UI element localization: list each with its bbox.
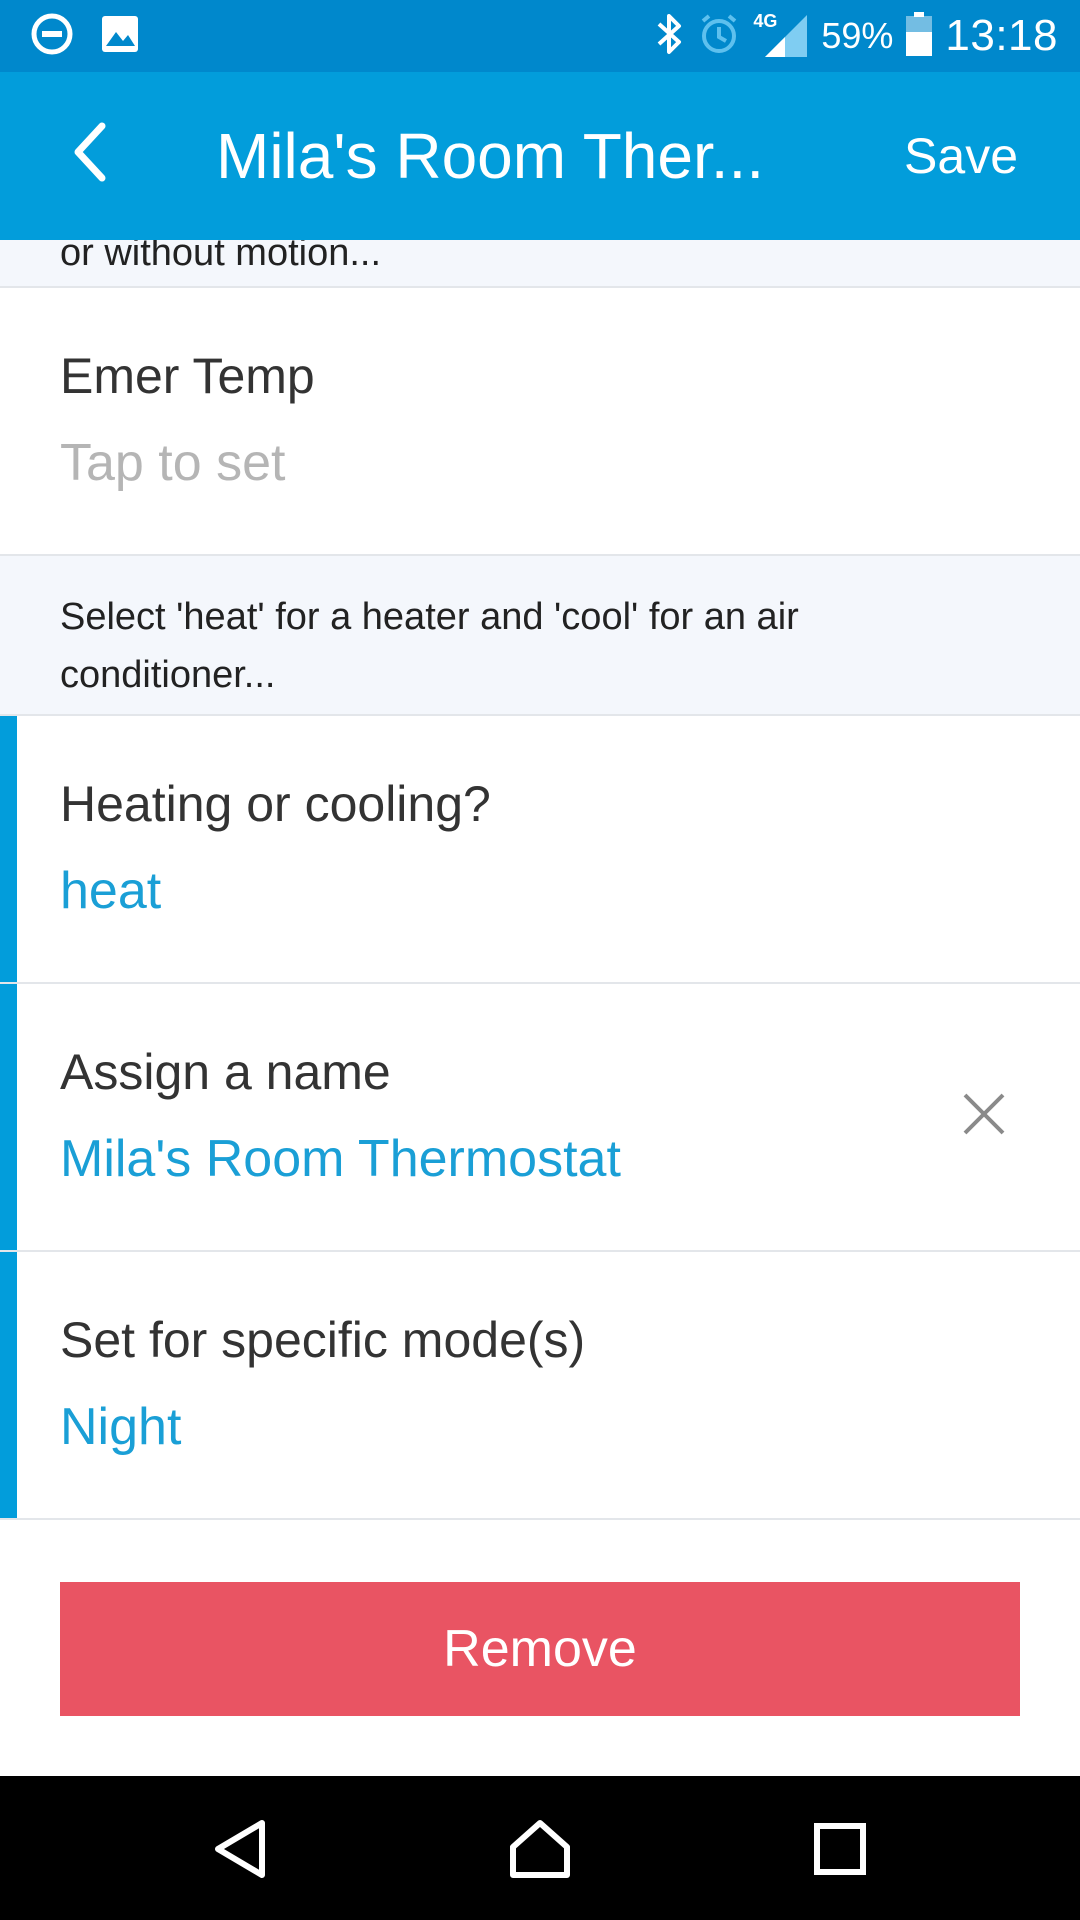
- battery-icon: [905, 11, 933, 62]
- save-button[interactable]: Save: [904, 124, 1018, 188]
- battery-percent: 59%: [821, 15, 894, 56]
- back-triangle-icon: [210, 1817, 270, 1886]
- setting-row-assign-name[interactable]: Assign a name Mila's Room Thermostat: [0, 984, 1080, 1252]
- setting-label: Heating or cooling?: [60, 776, 491, 832]
- chevron-left-icon: [70, 122, 110, 187]
- status-bar-right: 4G 59% 13:18: [655, 10, 1058, 62]
- accent-bar: [0, 984, 17, 1250]
- recents-icon: [812, 1821, 868, 1882]
- home-icon: [507, 1817, 573, 1886]
- system-nav-bar: [0, 1776, 1080, 1920]
- do-not-disturb-icon: [30, 12, 74, 61]
- setting-value: Night: [60, 1398, 182, 1456]
- nav-recents-button[interactable]: [795, 1806, 885, 1896]
- setting-label: Assign a name: [60, 1044, 391, 1100]
- setting-label: Set for specific mode(s): [60, 1312, 586, 1368]
- close-icon: [961, 1091, 1007, 1142]
- status-bar-left: [30, 12, 140, 61]
- setting-value-placeholder: Tap to set: [60, 434, 286, 492]
- nav-back-button[interactable]: [195, 1806, 285, 1896]
- section-header-text: Select 'heat' for a heater and 'cool' fo…: [60, 596, 799, 696]
- setting-row-modes[interactable]: Set for specific mode(s) Night: [0, 1252, 1080, 1520]
- accent-bar: [0, 1252, 17, 1518]
- section-header-motion: or without motion...: [0, 240, 1080, 288]
- alarm-icon: [697, 12, 741, 61]
- setting-value: Mila's Room Thermostat: [60, 1130, 621, 1188]
- setting-value: heat: [60, 862, 162, 920]
- page-title: Mila's Room Ther...: [216, 120, 765, 192]
- clear-name-button[interactable]: [944, 1076, 1024, 1156]
- bluetooth-icon: [655, 12, 685, 61]
- setting-label: Emer Temp: [60, 348, 315, 404]
- signal-icon: 4G: [753, 11, 809, 61]
- setting-row-emer-temp[interactable]: Emer Temp Tap to set: [0, 288, 1080, 556]
- clock: 13:18: [945, 11, 1058, 60]
- status-bar: 4G 59% 13:18: [0, 0, 1080, 72]
- back-button[interactable]: [50, 114, 130, 194]
- accent-bar: [0, 716, 17, 982]
- app-bar: Mila's Room Ther... Save: [0, 72, 1080, 240]
- image-icon: [100, 14, 140, 59]
- nav-home-button[interactable]: [495, 1806, 585, 1896]
- remove-button[interactable]: Remove: [60, 1582, 1020, 1716]
- setting-row-heating-cooling[interactable]: Heating or cooling? heat: [0, 716, 1080, 984]
- section-header-heat-cool: Select 'heat' for a heater and 'cool' fo…: [0, 554, 1080, 716]
- section-header-text: or without motion...: [60, 240, 382, 274]
